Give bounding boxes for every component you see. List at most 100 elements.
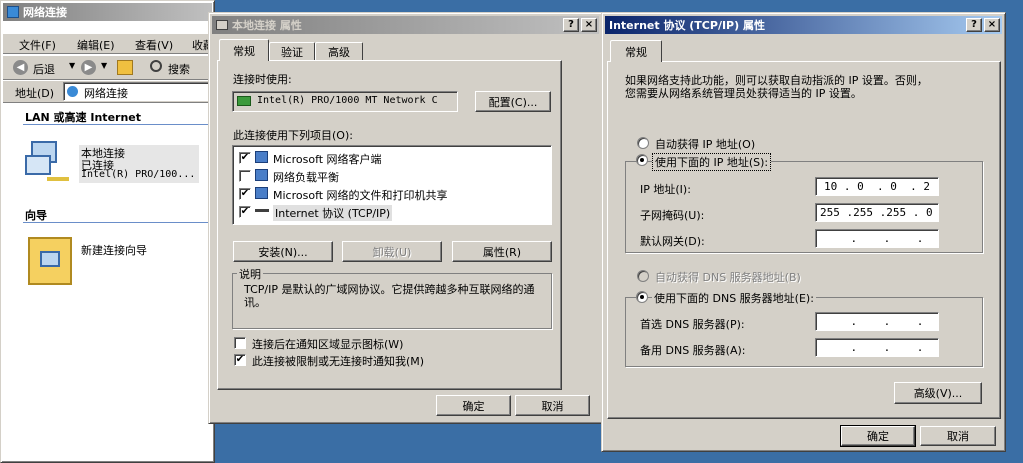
manual-dns-label[interactable]: 使用下面的 DNS 服务器地址(E): <box>652 290 816 306</box>
section-lan-divider <box>23 124 215 125</box>
network-icon <box>7 6 19 18</box>
default-gateway-label: 默认网关(D): <box>640 235 705 248</box>
connection-icon <box>216 20 228 30</box>
section-wizard-divider <box>23 222 215 223</box>
configure-button[interactable]: 配置(C)... <box>475 91 551 112</box>
tab-general[interactable]: 常规 <box>219 39 269 61</box>
show-icon-label[interactable]: 连接后在通知区域显示图标(W) <box>252 336 403 352</box>
address-bar: 地址(D) 网络连接 <box>3 81 214 103</box>
cancel-button[interactable]: 取消 <box>920 426 996 446</box>
manual-ip-radio[interactable] <box>636 154 648 166</box>
tcpip-general-panel: 如果网络支持此功能，则可以获取自动指派的 IP 设置。否则， 您需要从网络系统管… <box>607 61 1001 419</box>
explorer-menubar: 文件(F) 编辑(E) 查看(V) 收藏 <box>3 34 214 54</box>
auto-dns-radio[interactable] <box>637 270 649 282</box>
local-connection-icon[interactable] <box>25 139 69 185</box>
cancel-button[interactable]: 取消 <box>515 395 590 416</box>
address-value: 网络连接 <box>84 87 128 100</box>
notify-checkbox[interactable]: ✔ <box>234 354 246 366</box>
connection-properties-titlebar: 本地连接 属性 ? × <box>212 16 599 34</box>
menu-view[interactable]: 查看(V) <box>135 37 173 53</box>
notify-label[interactable]: 此连接被限制或无连接时通知我(M) <box>252 353 424 369</box>
component-label: Microsoft 网络客户端 <box>273 153 382 166</box>
close-icon[interactable]: × <box>984 18 1000 32</box>
close-icon[interactable]: × <box>581 18 597 32</box>
manual-dns-radio[interactable] <box>636 291 648 303</box>
component-item[interactable]: ✔ Microsoft 网络客户端 <box>237 149 549 167</box>
ip-address-label: IP 地址(I): <box>640 183 691 196</box>
auto-ip-label[interactable]: 自动获得 IP 地址(O) <box>655 136 755 152</box>
preferred-dns-label: 首选 DNS 服务器(P): <box>640 318 745 331</box>
forward-dropdown-icon[interactable]: ▼ <box>101 61 107 70</box>
properties-button[interactable]: 属性(R) <box>452 241 552 262</box>
adapter-field: Intel(R) PRO/1000 MT Network C <box>232 91 458 112</box>
component-checkbox[interactable]: ✔ <box>239 206 251 218</box>
help-icon[interactable]: ? <box>563 18 579 32</box>
description-label: 说明 <box>237 266 263 282</box>
menu-file[interactable]: 文件(F) <box>19 37 56 53</box>
network-client-icon <box>255 151 268 163</box>
uninstall-button[interactable]: 卸载(U) <box>342 241 442 262</box>
tab-advanced[interactable]: 高级 <box>315 42 363 61</box>
general-tab-panel: 连接时使用: Intel(R) PRO/1000 MT Network C 配置… <box>217 60 562 390</box>
tcpip-properties-dialog: Internet 协议 (TCP/IP) 属性 ? × 常规 如果网络支持此功能… <box>601 12 1006 452</box>
file-printer-sharing-icon <box>255 187 268 199</box>
default-gateway-field[interactable]: . . . <box>815 229 939 248</box>
description-text: TCP/IP 是默认的广域网协议。它提供跨越多种互联网络的通讯。 <box>244 283 535 309</box>
network-load-balancing-icon <box>255 169 268 181</box>
explorer-title: 网络连接 <box>23 6 67 19</box>
back-icon[interactable]: ◀ <box>13 60 28 75</box>
adapter-name: Intel(R) PRO/1000 MT Network C <box>257 95 438 106</box>
address-input[interactable]: 网络连接 <box>63 82 214 101</box>
component-label: Microsoft 网络的文件和打印机共享 <box>273 189 448 202</box>
explorer-window: 网络连接 文件(F) 编辑(E) 查看(V) 收藏 ◀ 后退 ▼ ▶ ▼ 搜索 … <box>0 0 215 463</box>
show-icon-checkbox[interactable] <box>234 337 246 349</box>
component-label: 网络负载平衡 <box>273 171 339 184</box>
tcpip-title: Internet 协议 (TCP/IP) 属性 <box>609 19 765 32</box>
subnet-mask-label: 子网掩码(U): <box>640 209 705 222</box>
component-item[interactable]: 网络负载平衡 <box>237 167 549 185</box>
menu-edit[interactable]: 编辑(E) <box>77 37 115 53</box>
network-adapter-icon <box>237 96 251 106</box>
forward-icon[interactable]: ▶ <box>81 60 96 75</box>
component-item-selected[interactable]: ✔ Internet 协议 (TCP/IP) <box>237 203 549 221</box>
explorer-titlebar: 网络连接 <box>3 3 212 21</box>
alternate-dns-label: 备用 DNS 服务器(A): <box>640 344 746 357</box>
alternate-dns-field[interactable]: . . . <box>815 338 939 357</box>
component-checkbox[interactable]: ✔ <box>239 188 251 200</box>
ok-button[interactable]: 确定 <box>840 425 916 447</box>
ip-address-field[interactable]: 10 . 0 . 0 . 2 <box>815 177 939 196</box>
new-connection-wizard-icon[interactable] <box>28 237 72 285</box>
search-label[interactable]: 搜索 <box>168 61 190 77</box>
tcpip-titlebar: Internet 协议 (TCP/IP) 属性 ? × <box>605 16 1002 34</box>
up-folder-icon[interactable] <box>117 60 133 75</box>
explorer-toolbar: ◀ 后退 ▼ ▶ ▼ 搜索 <box>3 56 214 80</box>
items-label: 此连接使用下列项目(O): <box>233 129 353 142</box>
back-dropdown-icon[interactable]: ▼ <box>69 61 75 70</box>
search-icon[interactable] <box>150 60 162 72</box>
preferred-dns-field[interactable]: . . . <box>815 312 939 331</box>
component-item[interactable]: ✔ Microsoft 网络的文件和打印机共享 <box>237 185 549 203</box>
component-checkbox[interactable]: ✔ <box>239 152 251 164</box>
tab-general[interactable]: 常规 <box>610 40 662 62</box>
ok-button[interactable]: 确定 <box>436 395 511 416</box>
back-label[interactable]: 后退 <box>33 61 55 77</box>
protocol-icon <box>255 209 269 212</box>
component-checkbox[interactable] <box>239 170 251 182</box>
tab-authentication[interactable]: 验证 <box>269 42 315 61</box>
manual-ip-label[interactable]: 使用下面的 IP 地址(S): <box>652 153 772 171</box>
help-icon[interactable]: ? <box>966 18 982 32</box>
connection-properties-dialog: 本地连接 属性 ? × 常规 验证 高级 连接时使用: Intel(R) PRO… <box>208 12 603 424</box>
auto-dns-label[interactable]: 自动获得 DNS 服务器地址(B) <box>655 269 801 285</box>
intro-text-line2: 您需要从网络系统管理员处获得适当的 IP 设置。 <box>625 87 862 100</box>
advanced-button[interactable]: 高级(V)... <box>894 382 982 404</box>
install-button[interactable]: 安装(N)... <box>233 241 333 262</box>
component-label: Internet 协议 (TCP/IP) <box>273 205 393 221</box>
local-connection-item[interactable]: 本地连接 已连接 Intel(R) PRO/100... <box>79 145 199 183</box>
auto-ip-radio[interactable] <box>637 137 649 149</box>
subnet-mask-field[interactable]: 255 .255 .255 . 0 <box>815 203 939 222</box>
section-wizard-heading: 向导 <box>25 209 47 222</box>
new-connection-wizard-label[interactable]: 新建连接向导 <box>81 242 147 258</box>
section-lan-heading: LAN 或高速 Internet <box>25 111 142 124</box>
connect-using-label: 连接时使用: <box>233 73 292 86</box>
components-list[interactable]: ✔ Microsoft 网络客户端 网络负载平衡 ✔ Microsoft 网络的… <box>232 145 552 225</box>
